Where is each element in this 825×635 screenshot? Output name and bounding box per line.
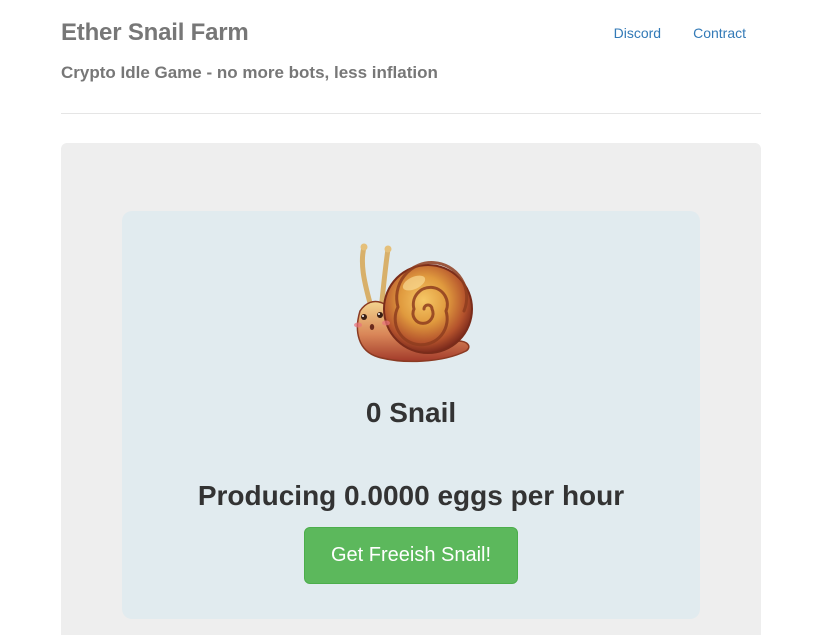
nav-link-contract[interactable]: Contract	[693, 25, 746, 41]
game-panel: 0 Snail Producing 0.0000 eggs per hour G…	[61, 143, 761, 635]
top-nav: Discord Contract	[614, 25, 746, 41]
get-freeish-snail-button[interactable]: Get Freeish Snail!	[304, 527, 518, 584]
site-title: Ether Snail Farm	[61, 19, 249, 46]
snail-count: 0 Snail	[365, 397, 457, 428]
egg-production-rate: Producing 0.0000 eggs per hour	[197, 480, 625, 511]
header: Ether Snail Farm Crypto Idle Game - no m…	[61, 0, 761, 114]
nav-link-discord[interactable]: Discord	[614, 25, 661, 41]
page: Ether Snail Farm Crypto Idle Game - no m…	[0, 0, 825, 635]
site-subtitle: Crypto Idle Game - no more bots, less in…	[61, 63, 438, 82]
snail-icon	[342, 241, 482, 366]
snail-card: 0 Snail Producing 0.0000 eggs per hour G…	[122, 211, 700, 619]
